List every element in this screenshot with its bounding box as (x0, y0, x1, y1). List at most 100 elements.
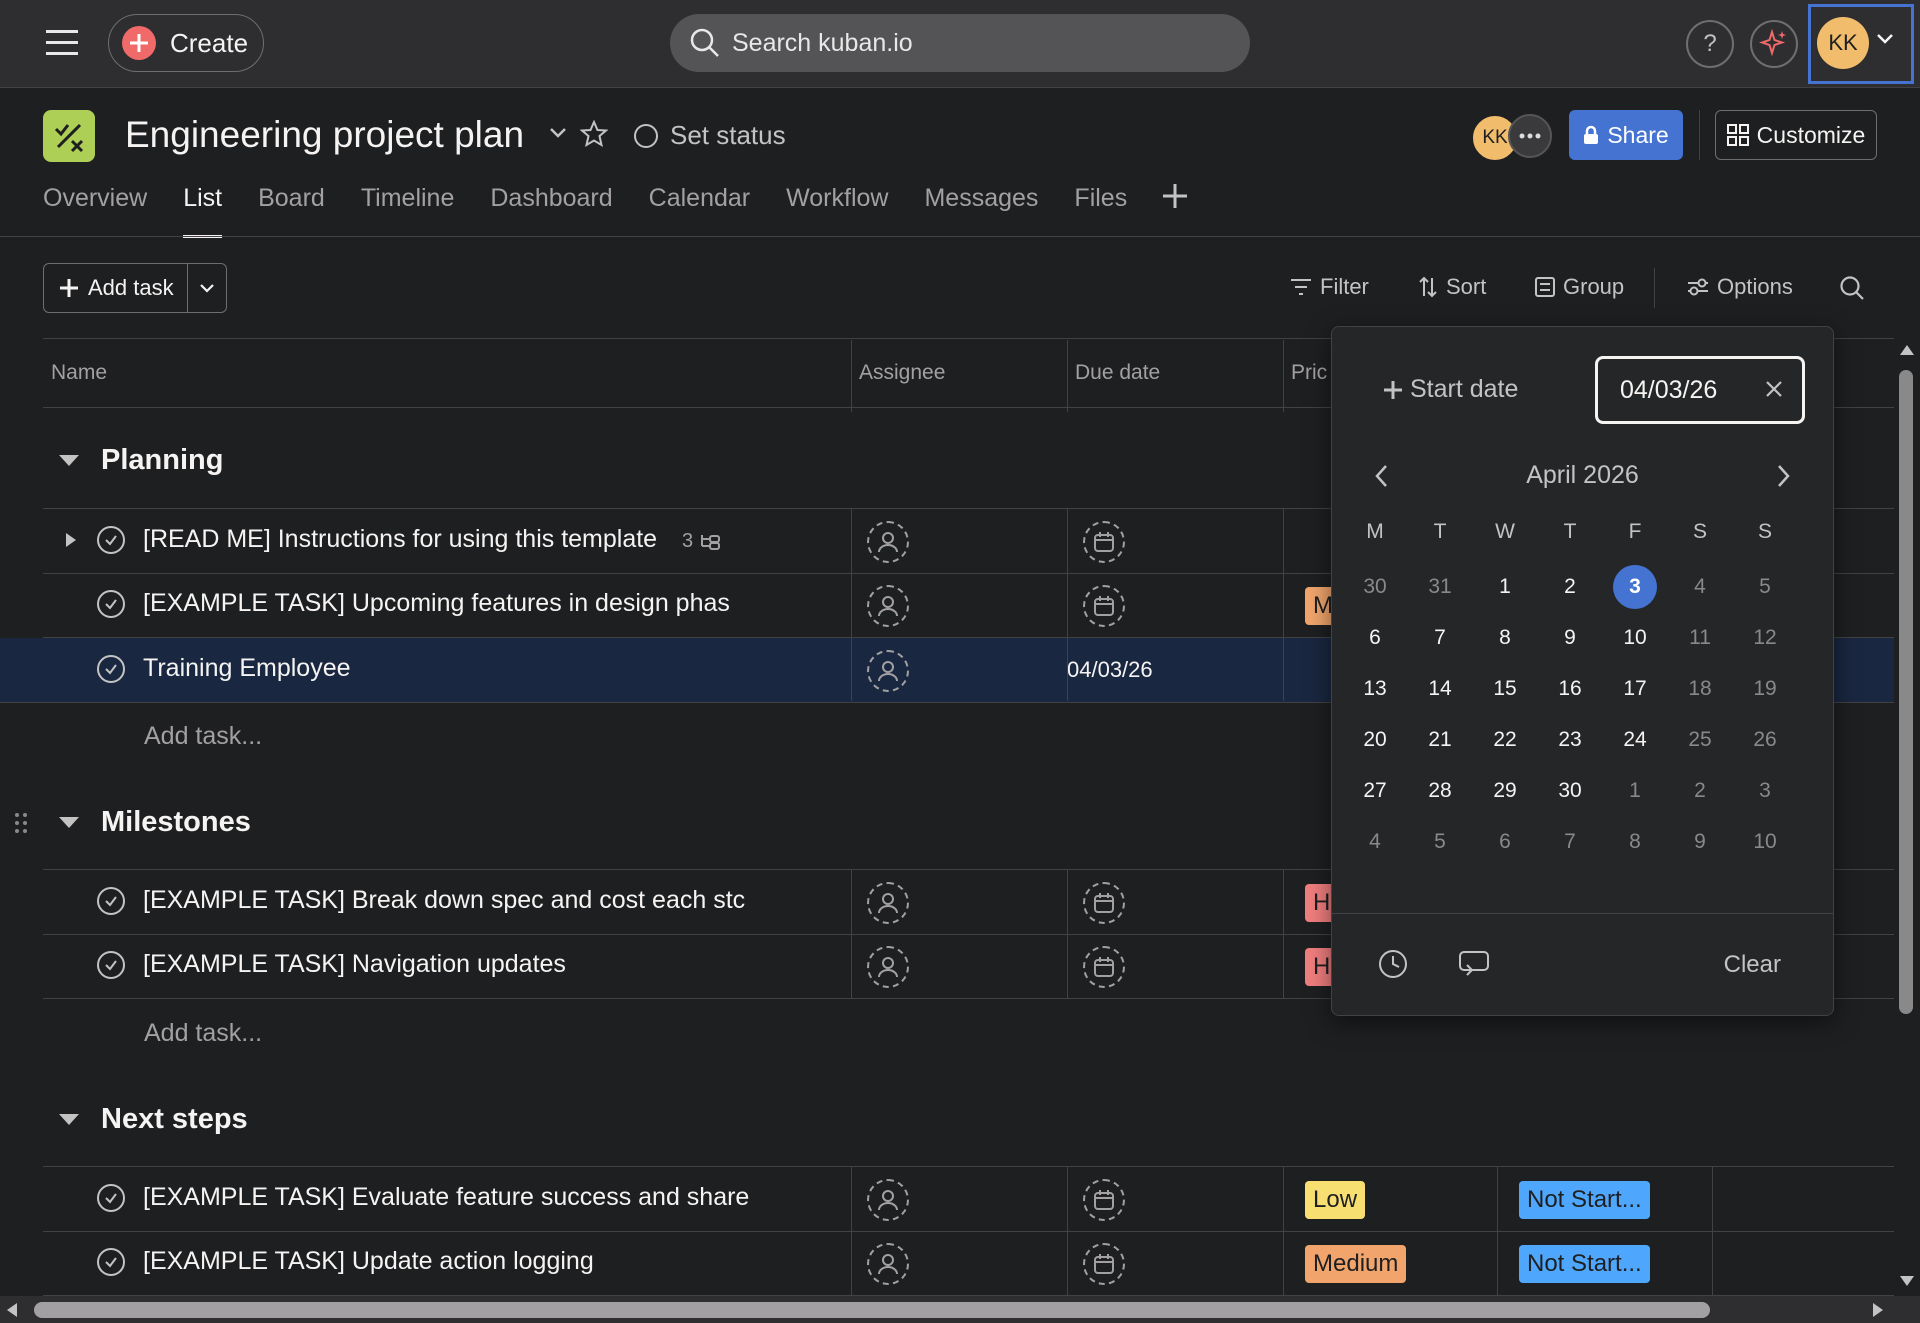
assignee-placeholder[interactable] (867, 521, 909, 563)
calendar-day[interactable]: 24 (1613, 718, 1657, 762)
close-icon[interactable] (1764, 379, 1784, 399)
tab-overview[interactable]: Overview (43, 184, 147, 236)
tab-timeline[interactable]: Timeline (361, 184, 455, 236)
calendar-day[interactable]: 2 (1678, 769, 1722, 813)
collapse-triangle-icon[interactable] (59, 817, 79, 828)
calendar-day[interactable]: 29 (1483, 769, 1527, 813)
calendar-day[interactable]: 9 (1548, 616, 1592, 660)
options-button[interactable]: Options (1687, 274, 1793, 300)
table-row[interactable]: [EXAMPLE TASK] Update action logging Med… (43, 1231, 1894, 1296)
drag-handle-icon[interactable] (14, 812, 28, 834)
column-header-priority[interactable]: Pric (1283, 339, 1327, 407)
tab-dashboard[interactable]: Dashboard (490, 184, 612, 236)
section-header-milestones[interactable]: Milestones (43, 806, 251, 839)
check-circle-icon[interactable] (97, 590, 125, 618)
due-date-value[interactable]: 04/03/26 (1067, 657, 1153, 683)
task-name[interactable]: [READ ME] Instructions for using this te… (143, 525, 761, 554)
add-start-date-button[interactable]: Start date (1384, 375, 1518, 404)
calendar-day[interactable]: 2 (1548, 565, 1592, 609)
search-input[interactable]: Search kuban.io (670, 14, 1250, 72)
hamburger-menu-icon[interactable] (46, 30, 78, 56)
due-date-input[interactable]: 04/03/26 (1595, 356, 1805, 424)
clear-date-button[interactable]: Clear (1724, 951, 1781, 979)
horizontal-scrollbar-thumb[interactable] (34, 1302, 1710, 1318)
calendar-day[interactable]: 21 (1418, 718, 1462, 762)
calendar-day[interactable]: 19 (1743, 667, 1787, 711)
vertical-scrollbar-thumb[interactable] (1899, 370, 1913, 1014)
check-circle-icon[interactable] (97, 655, 125, 683)
expand-triangle-icon[interactable] (65, 532, 77, 548)
check-circle-icon[interactable] (97, 1184, 125, 1212)
calendar-day[interactable]: 3 (1743, 769, 1787, 813)
check-circle-icon[interactable] (97, 951, 125, 979)
task-name[interactable]: [EXAMPLE TASK] Update action logging (143, 1247, 761, 1276)
calendar-day[interactable]: 5 (1418, 820, 1462, 864)
star-icon[interactable] (580, 120, 608, 148)
avatar[interactable]: KK (1817, 17, 1869, 69)
search-icon[interactable] (1839, 275, 1865, 301)
calendar-day[interactable]: 1 (1483, 565, 1527, 609)
calendar-day[interactable]: 12 (1743, 616, 1787, 660)
calendar-day[interactable]: 11 (1678, 616, 1722, 660)
assignee-placeholder[interactable] (867, 946, 909, 988)
assignee-placeholder[interactable] (867, 650, 909, 692)
share-button[interactable]: Share (1569, 110, 1683, 160)
table-row[interactable]: [EXAMPLE TASK] Evaluate feature success … (43, 1166, 1894, 1232)
group-button[interactable]: Group (1535, 274, 1624, 300)
help-button[interactable]: ? (1686, 20, 1734, 68)
calendar-day[interactable]: 14 (1418, 667, 1462, 711)
calendar-day[interactable]: 9 (1678, 820, 1722, 864)
calendar-day[interactable]: 15 (1483, 667, 1527, 711)
priority-badge[interactable]: Medium (1305, 1245, 1407, 1283)
project-title[interactable]: Engineering project plan (125, 114, 524, 156)
add-task-dropdown-chevron-icon[interactable] (188, 282, 226, 294)
due-date-placeholder[interactable] (1083, 946, 1125, 988)
calendar-day[interactable]: 28 (1418, 769, 1462, 813)
calendar-day[interactable]: 18 (1678, 667, 1722, 711)
sort-button[interactable]: Sort (1418, 274, 1486, 300)
ai-assistant-button[interactable] (1750, 20, 1798, 68)
customize-button[interactable]: Customize (1715, 110, 1877, 160)
tab-calendar[interactable]: Calendar (649, 184, 750, 236)
calendar-day[interactable]: 1 (1613, 769, 1657, 813)
calendar-day[interactable]: 30 (1548, 769, 1592, 813)
create-button[interactable]: Create (108, 14, 264, 72)
check-circle-icon[interactable] (97, 1248, 125, 1276)
assignee-placeholder[interactable] (867, 1243, 909, 1285)
calendar-day[interactable]: 6 (1353, 616, 1397, 660)
assignee-placeholder[interactable] (867, 585, 909, 627)
set-status-button[interactable]: Set status (634, 120, 786, 151)
calendar-day[interactable]: 6 (1483, 820, 1527, 864)
calendar-day[interactable]: 8 (1483, 616, 1527, 660)
tab-list[interactable]: List (183, 184, 222, 238)
task-name[interactable]: [EXAMPLE TASK] Evaluate feature success … (143, 1183, 761, 1212)
project-menu-chevron-icon[interactable] (548, 126, 568, 140)
assignee-placeholder[interactable] (867, 882, 909, 924)
project-icon[interactable] (43, 110, 95, 162)
add-task-inline[interactable]: Add task... (144, 722, 262, 751)
add-tab-plus-icon[interactable] (1163, 184, 1188, 236)
collapse-triangle-icon[interactable] (59, 455, 79, 466)
add-task-button[interactable]: Add task (44, 264, 188, 312)
calendar-day[interactable]: 31 (1418, 565, 1462, 609)
section-header-planning[interactable]: Planning (43, 444, 223, 477)
tab-messages[interactable]: Messages (924, 184, 1038, 236)
calendar-day[interactable]: 20 (1353, 718, 1397, 762)
column-header-due-date[interactable]: Due date (1067, 339, 1160, 407)
check-circle-icon[interactable] (97, 526, 125, 554)
calendar-day[interactable]: 13 (1353, 667, 1397, 711)
repeat-icon[interactable] (1458, 949, 1490, 979)
task-name[interactable]: Training Employee (143, 654, 761, 683)
task-name[interactable]: [EXAMPLE TASK] Navigation updates (143, 950, 761, 979)
scroll-left-arrow-icon[interactable] (6, 1302, 18, 1318)
due-date-placeholder[interactable] (1083, 585, 1125, 627)
calendar-day[interactable]: 17 (1613, 667, 1657, 711)
calendar-day[interactable]: 5 (1743, 565, 1787, 609)
assignee-placeholder[interactable] (867, 1179, 909, 1221)
members-more-button[interactable] (1508, 114, 1552, 158)
calendar-day[interactable]: 4 (1353, 820, 1397, 864)
chevron-right-icon[interactable] (1773, 463, 1793, 489)
scroll-up-arrow-icon[interactable] (1899, 344, 1915, 356)
scroll-down-arrow-icon[interactable] (1899, 1275, 1915, 1287)
scroll-right-arrow-icon[interactable] (1872, 1302, 1884, 1318)
